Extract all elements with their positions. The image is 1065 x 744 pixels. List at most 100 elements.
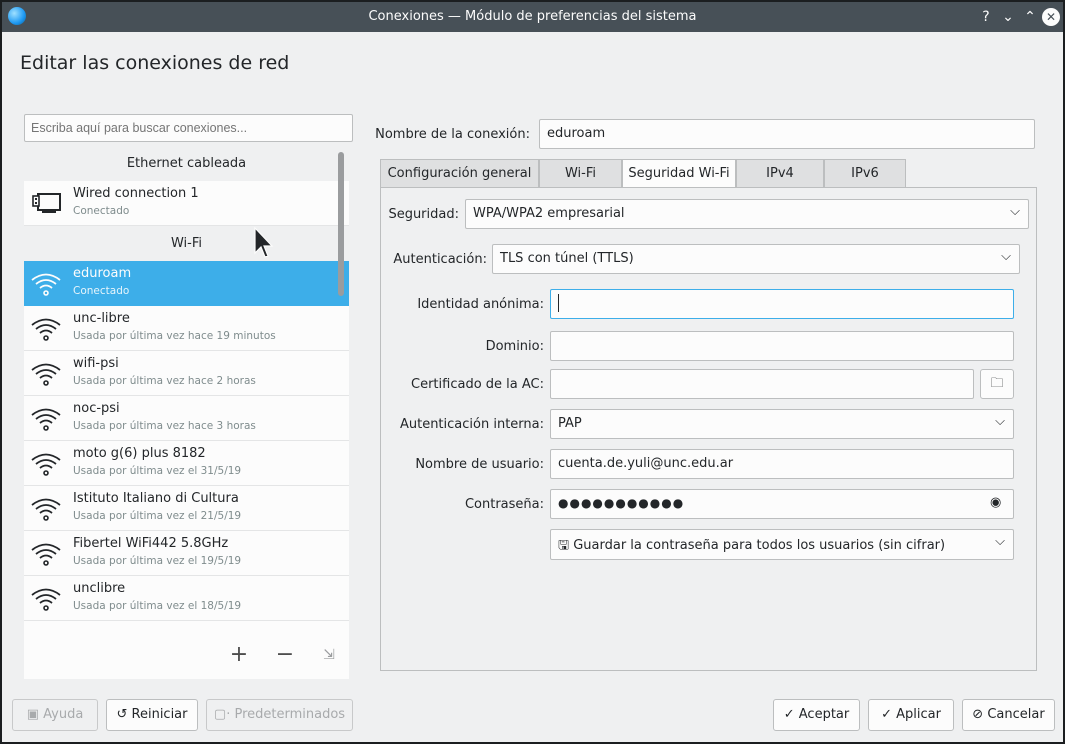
connection-status: Conectado — [73, 285, 130, 297]
list-item-wired-connection-1[interactable]: Wired connection 1 Conectado — [24, 181, 349, 226]
anon-identity-label: Identidad anónima: — [417, 297, 544, 312]
minimize-icon[interactable]: ⌄ — [998, 7, 1018, 27]
connection-name: unc-libre — [73, 311, 130, 326]
list-item-unclibre[interactable]: unclibre Usada por última vez el 18/5/19 — [24, 576, 349, 621]
list-toolbar: + − ⇲ — [24, 634, 349, 679]
password-storage-value: Guardar la contraseña para todos los usu… — [573, 538, 946, 553]
connection-name: unclibre — [73, 581, 126, 596]
connection-status: Usada por última vez hace 19 minutos — [73, 330, 276, 342]
auth-label: Autenticación: — [393, 252, 487, 267]
connection-status: Usada por última vez hace 2 horas — [73, 375, 256, 387]
wifi-icon — [31, 318, 61, 341]
connection-status: Usada por última vez el 18/5/19 — [73, 600, 242, 612]
wifi-icon — [31, 408, 61, 431]
security-select[interactable]: WPA/WPA2 empresarial ⌵ — [465, 199, 1029, 229]
tab-general[interactable]: Configuración general — [380, 159, 539, 188]
ca-cert-label: Certificado de la AC: — [411, 377, 544, 392]
folder-open-icon[interactable]: 🗀 — [980, 369, 1014, 399]
connection-status: Usada por última vez hace 3 horas — [73, 420, 256, 432]
section-header-wifi: Wi-Fi — [24, 226, 349, 261]
ok-button[interactable]: ✓ Aceptar — [773, 699, 860, 731]
password-masked-value: ●●●●●●●●●●● — [558, 496, 685, 510]
auth-select[interactable]: TLS con túnel (TTLS) ⌵ — [492, 244, 1020, 274]
connection-name: noc-psi — [73, 401, 120, 416]
apply-button[interactable]: ✓ Aplicar — [868, 699, 954, 731]
wifi-icon — [31, 363, 61, 386]
tab-wifi-security[interactable]: Seguridad Wi-Fi — [622, 159, 736, 189]
defaults-icon: ▢· — [213, 707, 235, 722]
check-icon: ✓ — [881, 707, 897, 722]
connection-status: Usada por última vez el 19/5/19 — [73, 555, 242, 567]
password-storage-select[interactable]: 🖫 Guardar la contraseña para todos los u… — [550, 529, 1014, 560]
inner-auth-select[interactable]: PAP ⌵ — [550, 409, 1014, 439]
connection-status: Conectado — [73, 205, 130, 217]
reset-button[interactable]: ↺ Reiniciar — [106, 699, 198, 731]
help-icon[interactable]: ? — [976, 7, 996, 27]
list-item-unc-libre[interactable]: unc-libre Usada por última vez hace 19 m… — [24, 306, 349, 351]
section-header-ethernet: Ethernet cableada — [24, 146, 349, 181]
check-icon: ✓ — [783, 707, 799, 722]
settings-window: Conexiones — Módulo de preferencias del … — [0, 0, 1065, 744]
title-bar: Conexiones — Módulo de preferencias del … — [2, 2, 1063, 32]
connection-name: Fibertel WiFi442 5.8GHz — [73, 536, 229, 551]
list-item-fibertel[interactable]: Fibertel WiFi442 5.8GHz Usada por última… — [24, 531, 349, 576]
tab-wifi[interactable]: Wi-Fi — [539, 159, 622, 188]
list-item-istituto-italiano[interactable]: Istituto Italiano di Cultura Usada por ú… — [24, 486, 349, 531]
connection-status: Usada por última vez el 31/5/19 — [73, 465, 242, 477]
tab-ipv4[interactable]: IPv4 — [736, 159, 824, 188]
show-password-eye-icon[interactable]: ◉ — [990, 495, 1001, 510]
connection-name-label: Nombre de la conexión: — [375, 127, 530, 142]
security-select-value: WPA/WPA2 empresarial — [473, 206, 625, 221]
cancel-button[interactable]: ⊘ Cancelar — [962, 699, 1055, 731]
page-title: Editar las conexiones de red — [20, 52, 290, 74]
maximize-icon[interactable]: ⌃ — [1020, 7, 1040, 27]
tab-ipv6[interactable]: IPv6 — [824, 159, 906, 188]
add-connection-button[interactable]: + — [226, 642, 252, 668]
close-icon[interactable]: ✕ — [1042, 8, 1060, 26]
chevron-down-icon: ⌵ — [1001, 249, 1011, 264]
connection-name: Istituto Italiano di Cultura — [73, 491, 239, 506]
list-item-eduroam[interactable]: eduroam Conectado — [24, 261, 349, 306]
cancel-icon: ⊘ — [972, 707, 988, 722]
list-item-noc-psi[interactable]: noc-psi Usada por última vez hace 3 hora… — [24, 396, 349, 441]
search-input[interactable] — [24, 114, 353, 142]
wifi-icon — [31, 588, 61, 611]
security-label: Seguridad: — [388, 207, 459, 222]
list-item-wifi-psi[interactable]: wifi-psi Usada por última vez hace 2 hor… — [24, 351, 349, 396]
defaults-button[interactable]: ▢· Predeterminados — [206, 699, 353, 731]
wired-network-icon — [32, 193, 61, 213]
remove-connection-button[interactable]: − — [272, 642, 298, 668]
connection-name: eduroam — [73, 266, 132, 281]
wifi-icon — [31, 498, 61, 521]
connection-list: Ethernet cableada Wired connection 1 Con… — [24, 146, 349, 679]
window-title: Conexiones — Módulo de preferencias del … — [368, 9, 697, 24]
connection-status: Usada por última vez el 21/5/19 — [73, 510, 242, 522]
username-input[interactable]: cuenta.de.yuli@unc.edu.ar — [550, 449, 1014, 479]
domain-label: Dominio: — [485, 339, 544, 354]
list-item-moto-g6-plus[interactable]: moto g(6) plus 8182 Usada por última vez… — [24, 441, 349, 486]
connection-name: wifi-psi — [73, 356, 119, 371]
connection-name: moto g(6) plus 8182 — [73, 446, 206, 461]
connection-name-input[interactable]: eduroam — [539, 119, 1035, 149]
connection-name: Wired connection 1 — [73, 186, 199, 201]
inner-auth-select-value: PAP — [558, 416, 582, 431]
chevron-down-icon: ⌵ — [995, 414, 1005, 429]
ca-cert-input[interactable] — [550, 369, 974, 399]
password-input[interactable]: ●●●●●●●●●●● — [550, 489, 1014, 519]
wifi-icon — [31, 453, 61, 476]
wifi-icon — [31, 543, 61, 566]
chevron-down-icon: ⌵ — [995, 534, 1005, 549]
password-label: Contraseña: — [464, 497, 544, 512]
export-connection-icon[interactable]: ⇲ — [316, 642, 342, 668]
help-button[interactable]: ▣ Ayuda — [12, 699, 98, 731]
chevron-down-icon: ⌵ — [1010, 204, 1020, 219]
auth-select-value: TLS con túnel (TTLS) — [500, 251, 634, 266]
list-scrollbar[interactable] — [338, 152, 344, 296]
domain-input[interactable] — [550, 331, 1014, 361]
undo-icon: ↺ — [116, 707, 132, 722]
wifi-icon — [31, 273, 61, 296]
anon-identity-input[interactable] — [550, 289, 1014, 319]
username-label: Nombre de usuario: — [415, 457, 544, 472]
help-book-icon: ▣ — [26, 707, 44, 722]
text-caret — [558, 294, 559, 312]
